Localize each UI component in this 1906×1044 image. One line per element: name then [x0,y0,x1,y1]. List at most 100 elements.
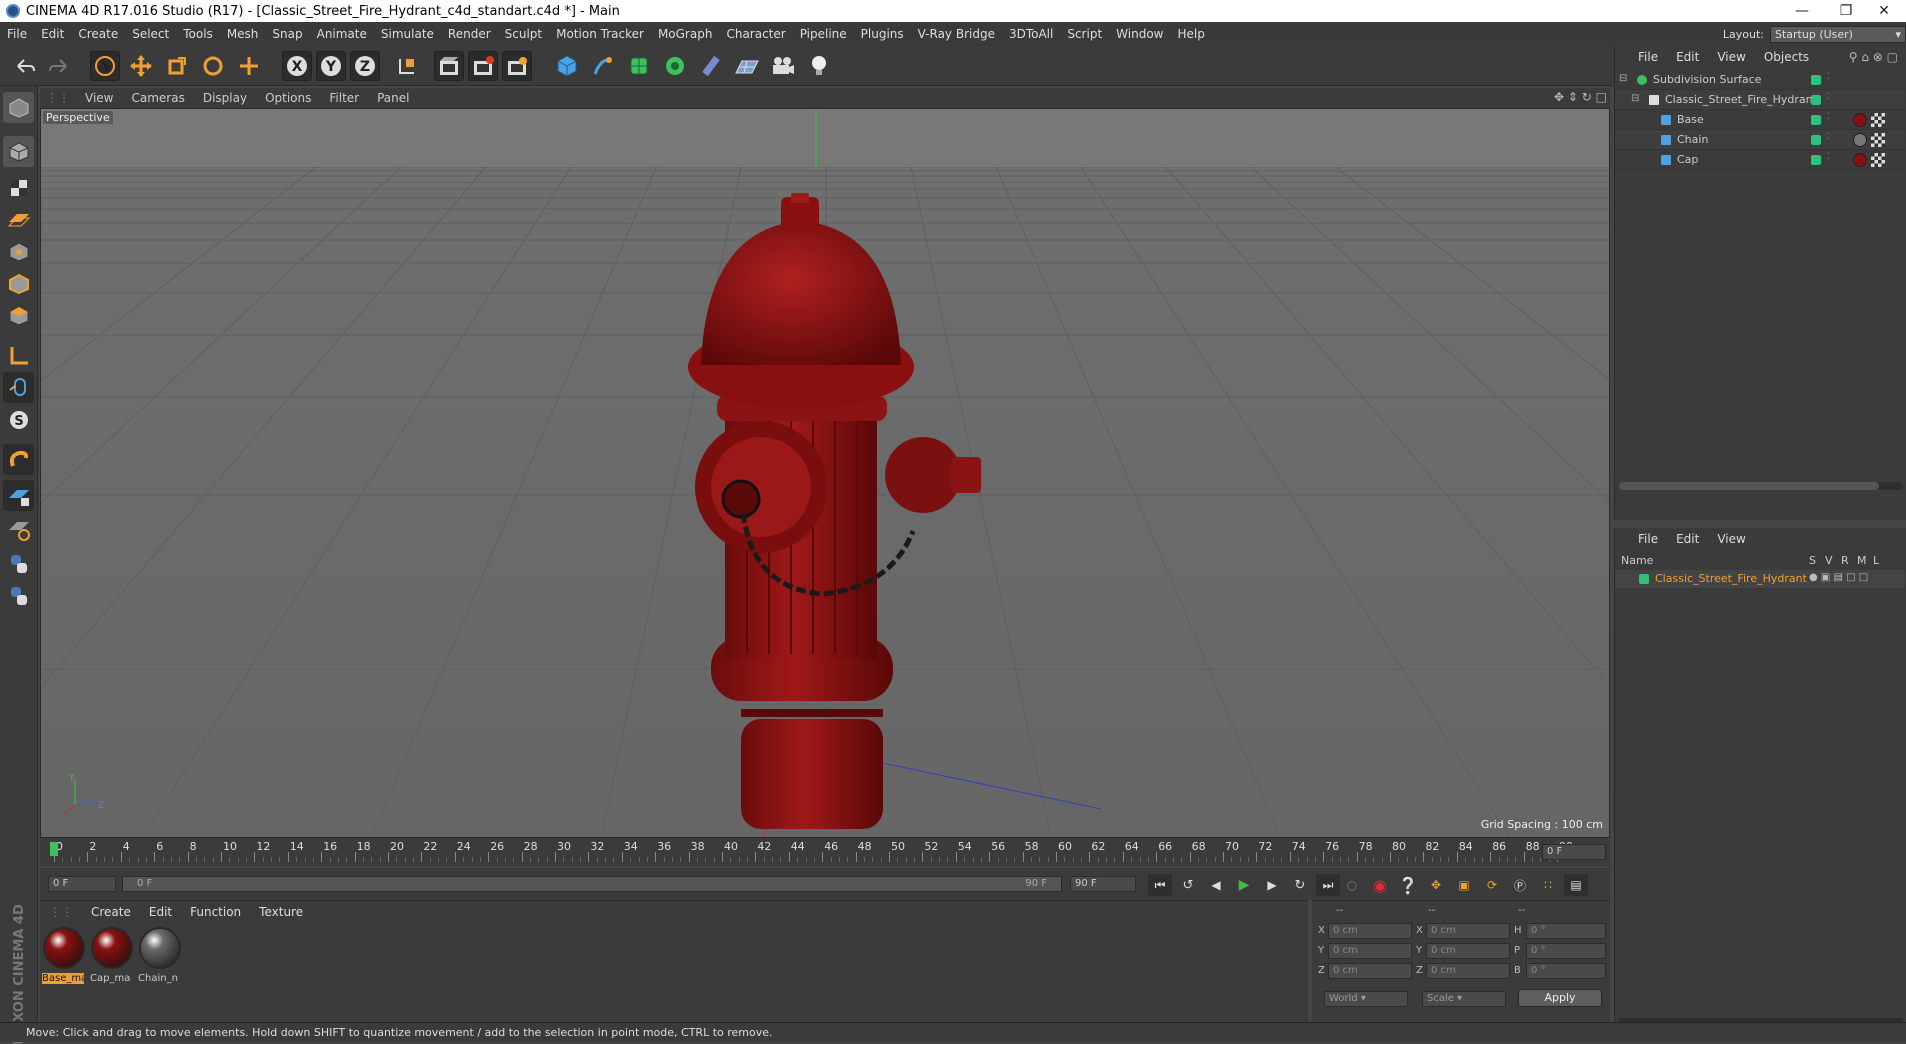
key-rotation-icon[interactable]: ⟳ [1480,874,1504,896]
model-mode-button[interactable] [3,136,34,167]
menu-render[interactable]: Render [441,27,498,41]
menu-sculpt[interactable]: Sculpt [498,27,549,41]
timeline-ruler[interactable]: 0 2 4 6 8 10 12 14 16 18 20 22 24 26 28 30 32 34 36 38 40 42 4… [40,838,1610,866]
visibility-toggle-icon[interactable]: ⁚ [1827,132,1830,142]
material-swatch[interactable]: Cap_ma [90,927,134,989]
menu-mograph[interactable]: MoGraph [651,27,720,41]
transform-tool-button[interactable] [234,51,264,81]
object-menu-file[interactable]: File [1629,50,1667,64]
viewport-menu-filter[interactable]: Filter [320,91,368,105]
undo-button[interactable] [10,51,40,81]
coord-rotation-field[interactable]: 0 ° [1526,943,1606,959]
render-view-button[interactable] [434,51,464,81]
object-layer-icon[interactable] [1811,75,1821,85]
menu-simulate[interactable]: Simulate [374,27,441,41]
object-row[interactable]: Chain ⁚ [1615,130,1905,150]
object-layer-icon[interactable] [1811,155,1821,165]
floor-object-button[interactable] [732,51,762,81]
viewport-nav-icons[interactable]: ✥ ⇕ ↻ □ [1554,90,1607,104]
coord-size-field[interactable]: 0 cm [1426,963,1510,979]
material-tag-icon[interactable] [1853,153,1867,167]
menu-script[interactable]: Script [1060,27,1109,41]
menu-window[interactable]: Window [1109,27,1170,41]
scale-tool-button[interactable] [162,51,192,81]
object-menu-view[interactable]: View [1708,50,1754,64]
axis-mode-button[interactable] [3,340,34,371]
menu-pipeline[interactable]: Pipeline [793,27,854,41]
object-layer-icon[interactable] [1811,95,1821,105]
coord-size-field[interactable]: 0 cm [1426,923,1510,939]
workplane-align-button[interactable] [3,514,34,545]
coord-size-field[interactable]: 0 cm [1426,943,1510,959]
redo-button[interactable] [44,51,74,81]
texture-tag-icon[interactable] [1871,153,1885,167]
go-to-start-icon[interactable]: ⏮ [1148,874,1172,896]
coord-mode-dropdown[interactable]: World ▾ [1324,991,1408,1007]
menu-snap[interactable]: Snap [265,27,309,41]
object-layer-icon[interactable] [1811,135,1821,145]
previous-frame-icon[interactable]: ◀ [1204,874,1228,896]
layout-dropdown[interactable]: Startup (User) ▾ [1770,25,1906,43]
menu-v-ray-bridge[interactable]: V-Ray Bridge [911,27,1002,41]
playhead-marker[interactable] [50,842,58,856]
magnet-tool-button[interactable] [3,444,34,475]
viewport-menu-panel[interactable]: Panel [368,91,418,105]
visibility-toggle-icon[interactable]: ⁚ [1827,92,1830,102]
material-tag-icon[interactable] [1853,113,1867,127]
cloner-button[interactable] [660,51,690,81]
snapping-button[interactable]: S [3,404,34,435]
coord-size-mode-dropdown[interactable]: Scale ▾ [1422,991,1506,1007]
attribute-menu-view[interactable]: View [1708,532,1754,546]
material-menu-create[interactable]: Create [82,905,140,919]
coord-position-field[interactable]: 0 cm [1328,923,1412,939]
object-row[interactable]: Base ⁚ [1615,110,1905,130]
coord-rotation-field[interactable]: 0 ° [1526,963,1606,979]
light-button[interactable] [804,51,834,81]
menu-plugins[interactable]: Plugins [854,27,911,41]
move-tool-button[interactable] [126,51,156,81]
object-layer-icon[interactable] [1811,115,1821,125]
menu-create[interactable]: Create [71,27,125,41]
material-menu-function[interactable]: Function [181,905,250,919]
menu-edit[interactable]: Edit [34,27,71,41]
y-axis-lock-button[interactable]: Y [316,51,346,81]
camera-button[interactable] [768,51,798,81]
material-swatch[interactable]: Base_ma [42,927,86,989]
python-script-1-icon[interactable] [3,548,34,579]
object-scrollbar[interactable] [1619,482,1903,490]
menu-help[interactable]: Help [1170,27,1211,41]
object-row[interactable]: ⊟ Classic_Street_Fire_Hydrant ⁚ [1615,90,1905,110]
close-icon[interactable]: ✕ [1862,0,1906,22]
render-settings-button[interactable] [502,51,532,81]
layer-flags-icon[interactable]: ● ▣ ▤ □ □ [1809,572,1868,583]
timeline-window-icon[interactable]: ▤ [1564,874,1588,896]
menu-character[interactable]: Character [719,27,792,41]
material-tag-icon[interactable] [1853,133,1867,147]
coord-rotation-field[interactable]: 0 ° [1526,923,1606,939]
visibility-toggle-icon[interactable]: ⁚ [1827,112,1830,122]
x-axis-lock-button[interactable]: X [282,51,312,81]
python-script-2-icon[interactable] [3,580,34,611]
menu-motion-tracker[interactable]: Motion Tracker [549,27,651,41]
end-frame-field[interactable]: 90 F [1070,876,1136,892]
menu-select[interactable]: Select [125,27,176,41]
key-pla-icon[interactable]: ∷ [1536,874,1560,896]
points-mode-button[interactable] [3,236,34,267]
viewport-menu-options[interactable]: Options [256,91,320,105]
coord-position-field[interactable]: 0 cm [1328,943,1412,959]
object-row[interactable]: ⊟ Subdivision Surface ⁚ [1615,70,1905,90]
tree-expand-icon[interactable]: ⊟ [1619,73,1627,84]
autokey-icon[interactable]: ❔ [1396,874,1420,896]
key-position-icon[interactable]: ✥ [1424,874,1448,896]
menu-tools[interactable]: Tools [176,27,220,41]
visibility-toggle-icon[interactable]: ⁚ [1827,152,1830,162]
attribute-menu-file[interactable]: File [1629,532,1667,546]
frame-range-slider[interactable]: 0 F 90 F [122,876,1062,892]
viewport-menu-view[interactable]: View [76,91,122,105]
layer-row[interactable]: Classic_Street_Fire_Hydrant ● ▣ ▤ □ □ [1615,570,1905,588]
material-menu-texture[interactable]: Texture [250,905,312,919]
cube-object-button[interactable] [552,51,582,81]
polygons-mode-button[interactable] [3,300,34,331]
menu-animate[interactable]: Animate [310,27,374,41]
motion-path-icon[interactable]: ○ [1340,874,1364,896]
